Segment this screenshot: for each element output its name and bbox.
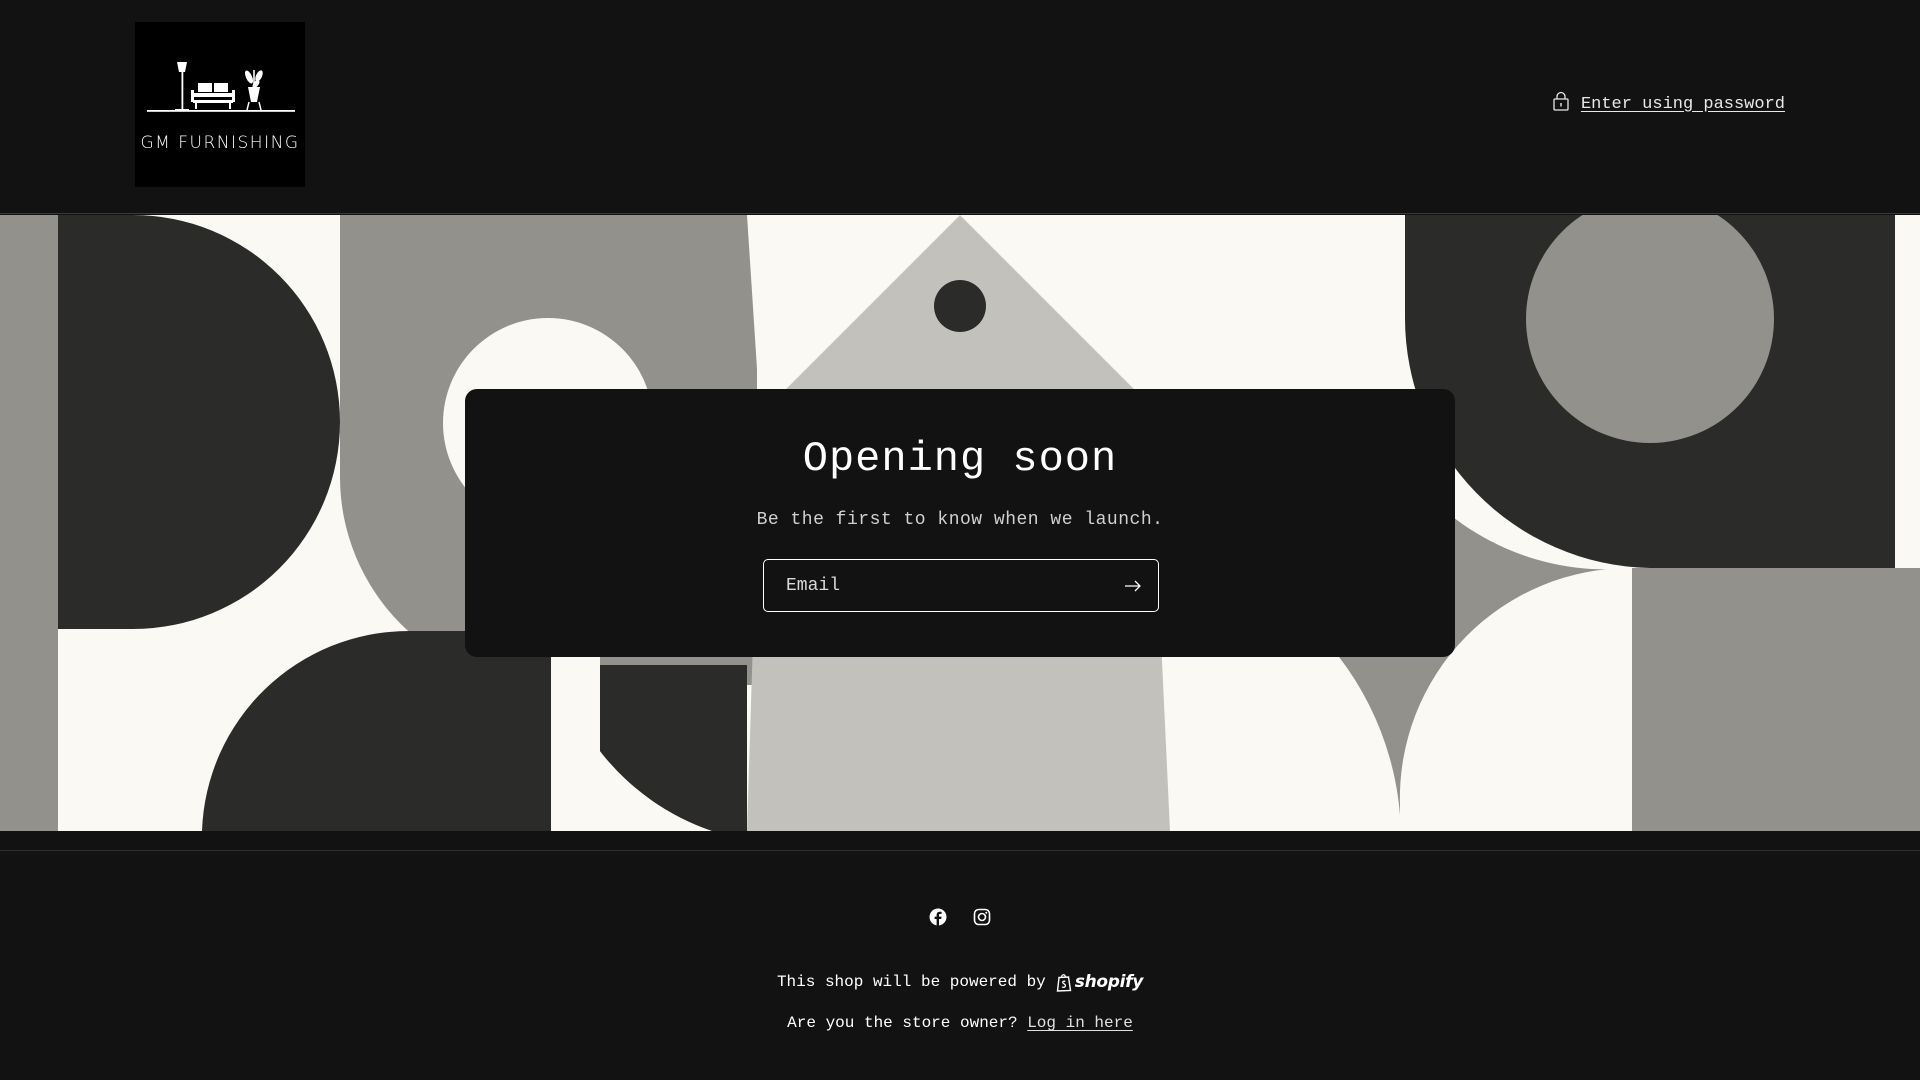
- site-header: GM FURNISHING Enter using password: [0, 0, 1920, 214]
- page-subtitle: Be the first to know when we launch.: [756, 510, 1164, 530]
- store-logo[interactable]: GM FURNISHING: [135, 22, 305, 187]
- shopify-logo-link[interactable]: shopify: [1056, 972, 1143, 992]
- store-owner-line: Are you the store owner? Log in here: [0, 1014, 1920, 1032]
- furniture-icon: [147, 62, 295, 112]
- subscribe-button[interactable]: [1108, 560, 1158, 611]
- lock-icon: [1553, 91, 1569, 117]
- page-title: Opening soon: [802, 435, 1118, 483]
- social-links: [0, 908, 1920, 926]
- enter-password-link[interactable]: Enter using password: [1553, 91, 1785, 117]
- arrow-right-icon: [1125, 580, 1141, 591]
- powered-by-text: This shop will be powered by: [776, 973, 1046, 991]
- shopify-bag-icon: [1056, 973, 1072, 992]
- enter-password-label: Enter using password: [1580, 94, 1785, 114]
- shopify-wordmark: shopify: [1074, 972, 1144, 992]
- powered-by: This shop will be powered by shopify: [0, 972, 1920, 992]
- instagram-icon[interactable]: [973, 908, 991, 926]
- facebook-icon[interactable]: [929, 908, 947, 926]
- opening-soon-card: Opening soon Be the first to know when w…: [465, 389, 1455, 657]
- owner-question: Are you the store owner?: [787, 1014, 1018, 1032]
- email-form: [763, 559, 1159, 612]
- email-input[interactable]: [764, 560, 1108, 611]
- login-link[interactable]: Log in here: [1027, 1014, 1133, 1032]
- logo-text: GM FURNISHING: [140, 133, 300, 153]
- site-footer: This shop will be powered by shopify Are…: [0, 850, 1920, 1080]
